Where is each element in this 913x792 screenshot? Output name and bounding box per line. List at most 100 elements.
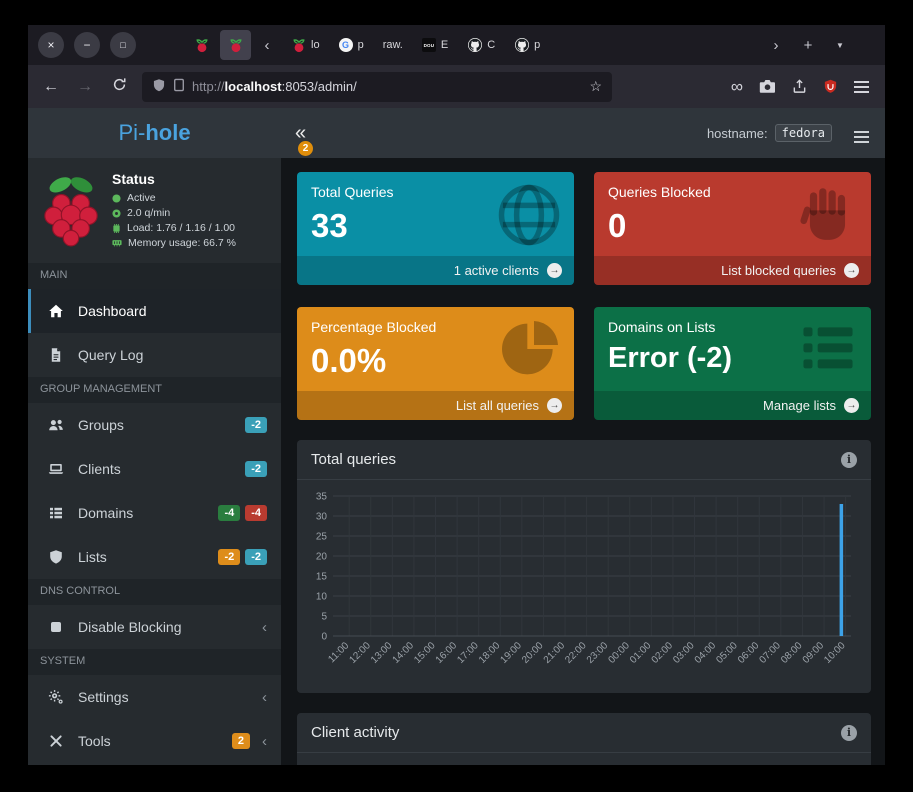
scroll-tabs-right-button[interactable]: ›: [763, 31, 789, 59]
hostname-display: hostname: fedora: [707, 124, 832, 142]
svg-text:15:00: 15:00: [412, 640, 438, 666]
card-total-queries: Total Queries 33 1 active clients →: [297, 172, 574, 285]
browser-menu-hamburger-icon[interactable]: [854, 86, 869, 88]
svg-text:07:00: 07:00: [757, 640, 783, 666]
tab-pihole-admin-active[interactable]: [220, 30, 251, 60]
svg-text:16:00: 16:00: [434, 640, 460, 666]
ublock-origin-icon[interactable]: [823, 79, 838, 94]
window-minimize-button[interactable]: −: [74, 32, 100, 58]
pihole-favicon: [194, 38, 209, 53]
svg-text:30: 30: [316, 512, 328, 523]
sidebar-item-lists[interactable]: Lists -2 -2: [28, 535, 281, 579]
new-tab-button[interactable]: +: [795, 31, 821, 59]
manage-lists-link[interactable]: Manage lists →: [594, 391, 871, 420]
share-upload-icon[interactable]: [792, 79, 807, 94]
memory-icon: [112, 239, 122, 247]
tab-bar: × − □ ‹ lo G: [28, 25, 885, 65]
client-activity-chart-area: [297, 753, 871, 765]
section-group-management: GROUP MANAGEMENT: [28, 377, 281, 403]
sidebar-item-dashboard[interactable]: Dashboard: [28, 289, 281, 333]
card-percentage-blocked: Percentage Blocked 0.0% List all queries…: [297, 307, 574, 420]
tab-pihole-docs[interactable]: lo: [283, 30, 328, 60]
arrow-circle-right-icon: →: [844, 398, 859, 413]
tab-raw[interactable]: raw.: [375, 30, 411, 60]
info-icon[interactable]: i: [841, 725, 857, 741]
tools-wrench-icon: [46, 733, 66, 749]
forward-button[interactable]: →: [74, 78, 96, 96]
sidebar-item-label: Disable Blocking: [78, 619, 182, 635]
sidebar-item-groups[interactable]: Groups -2: [28, 403, 281, 447]
svg-text:18:00: 18:00: [477, 640, 503, 666]
page-info-icon[interactable]: [173, 78, 185, 95]
svg-text:05:00: 05:00: [714, 640, 740, 666]
scroll-tabs-left-button[interactable]: ‹: [254, 31, 280, 59]
sidebar-item-disable-blocking[interactable]: Disable Blocking ‹: [28, 605, 281, 649]
gears-icon: [46, 689, 66, 705]
tab-title: raw.: [383, 39, 403, 51]
google-favicon: G: [339, 38, 353, 52]
back-button[interactable]: ←: [40, 78, 62, 96]
hand-stop-icon: [797, 182, 859, 249]
tracking-protection-shield-icon[interactable]: [152, 78, 166, 96]
bookmark-star-icon[interactable]: ☆: [589, 78, 602, 95]
sidebar-collapse-button[interactable]: « 2: [295, 123, 306, 143]
tab-dou[interactable]: DOU E: [414, 30, 456, 60]
svg-text:09:00: 09:00: [801, 640, 827, 666]
firefox-view-infinity-icon[interactable]: ∞: [731, 77, 743, 97]
pihole-brand[interactable]: Pi-hole: [28, 120, 281, 146]
tab-github-1[interactable]: C: [459, 30, 503, 60]
blocked-queries-link[interactable]: List blocked queries →: [594, 256, 871, 285]
hostname-label: hostname:: [707, 126, 768, 141]
home-icon: [46, 303, 66, 319]
window-controls: × − □: [38, 32, 136, 58]
sidebar-item-tools[interactable]: Tools 2 ‹: [28, 719, 281, 763]
tab-pihole-pinned[interactable]: [186, 30, 217, 60]
cpu-load-chip-icon: [112, 224, 121, 233]
total-queries-chart: 0510152025303511:0012:0013:0014:0015:001…: [305, 488, 857, 684]
sidebar-item-domains[interactable]: Domains -4 -4: [28, 491, 281, 535]
sidebar-item-label: Groups: [78, 417, 124, 433]
screenshot-camera-icon[interactable]: [759, 79, 776, 94]
chevron-left-icon: ‹: [262, 733, 267, 750]
active-clients-link[interactable]: 1 active clients →: [297, 256, 574, 285]
window-close-button[interactable]: ×: [38, 32, 64, 58]
sidebar-item-label: Query Log: [78, 347, 143, 363]
svg-text:15: 15: [316, 572, 328, 583]
brand-prefix: Pi-: [118, 120, 145, 145]
url-bar[interactable]: http://localhost:8053/admin/ ☆: [142, 72, 612, 102]
sidebar-item-query-log[interactable]: Query Log: [28, 333, 281, 377]
sidebar-item-clients[interactable]: Clients -2: [28, 447, 281, 491]
svg-text:17:00: 17:00: [455, 640, 481, 666]
all-queries-link[interactable]: List all queries →: [297, 391, 574, 420]
svg-text:12:00: 12:00: [347, 640, 373, 666]
status-memory: Memory usage: 66.7 %: [128, 236, 236, 251]
url-host: localhost: [225, 79, 282, 94]
svg-text:00:00: 00:00: [606, 640, 632, 666]
list-all-tabs-button[interactable]: ▼: [827, 31, 853, 59]
svg-text:13:00: 13:00: [369, 640, 395, 666]
arrow-circle-right-icon: →: [547, 263, 562, 278]
tab-github-2[interactable]: p: [506, 30, 548, 60]
svg-text:02:00: 02:00: [650, 640, 676, 666]
pihole-menu-hamburger-icon[interactable]: [854, 126, 869, 141]
svg-text:20:00: 20:00: [520, 640, 546, 666]
sidebar-item-settings[interactable]: Settings ‹: [28, 675, 281, 719]
section-system: SYSTEM: [28, 649, 281, 675]
card-footer-label: List all queries: [456, 398, 539, 413]
card-footer-label: List blocked queries: [721, 263, 836, 278]
reload-button[interactable]: [108, 77, 130, 97]
svg-text:11:00: 11:00: [326, 640, 351, 665]
info-icon[interactable]: i: [841, 452, 857, 468]
status-active: Active: [127, 191, 156, 206]
card-queries-blocked: Queries Blocked 0 List blocked queries →: [594, 172, 871, 285]
tab-title: p: [534, 39, 540, 51]
tab-strip: ‹ lo G p raw. DOU E C: [186, 30, 548, 60]
window-maximize-button[interactable]: □: [110, 32, 136, 58]
github-favicon: [467, 38, 482, 53]
update-count-badge: 2: [298, 141, 313, 156]
users-icon: [46, 417, 66, 433]
tab-google[interactable]: G p: [331, 30, 372, 60]
count-badge: -2: [245, 417, 267, 433]
hostname-value: fedora: [775, 124, 832, 142]
globe-icon: [496, 182, 562, 253]
